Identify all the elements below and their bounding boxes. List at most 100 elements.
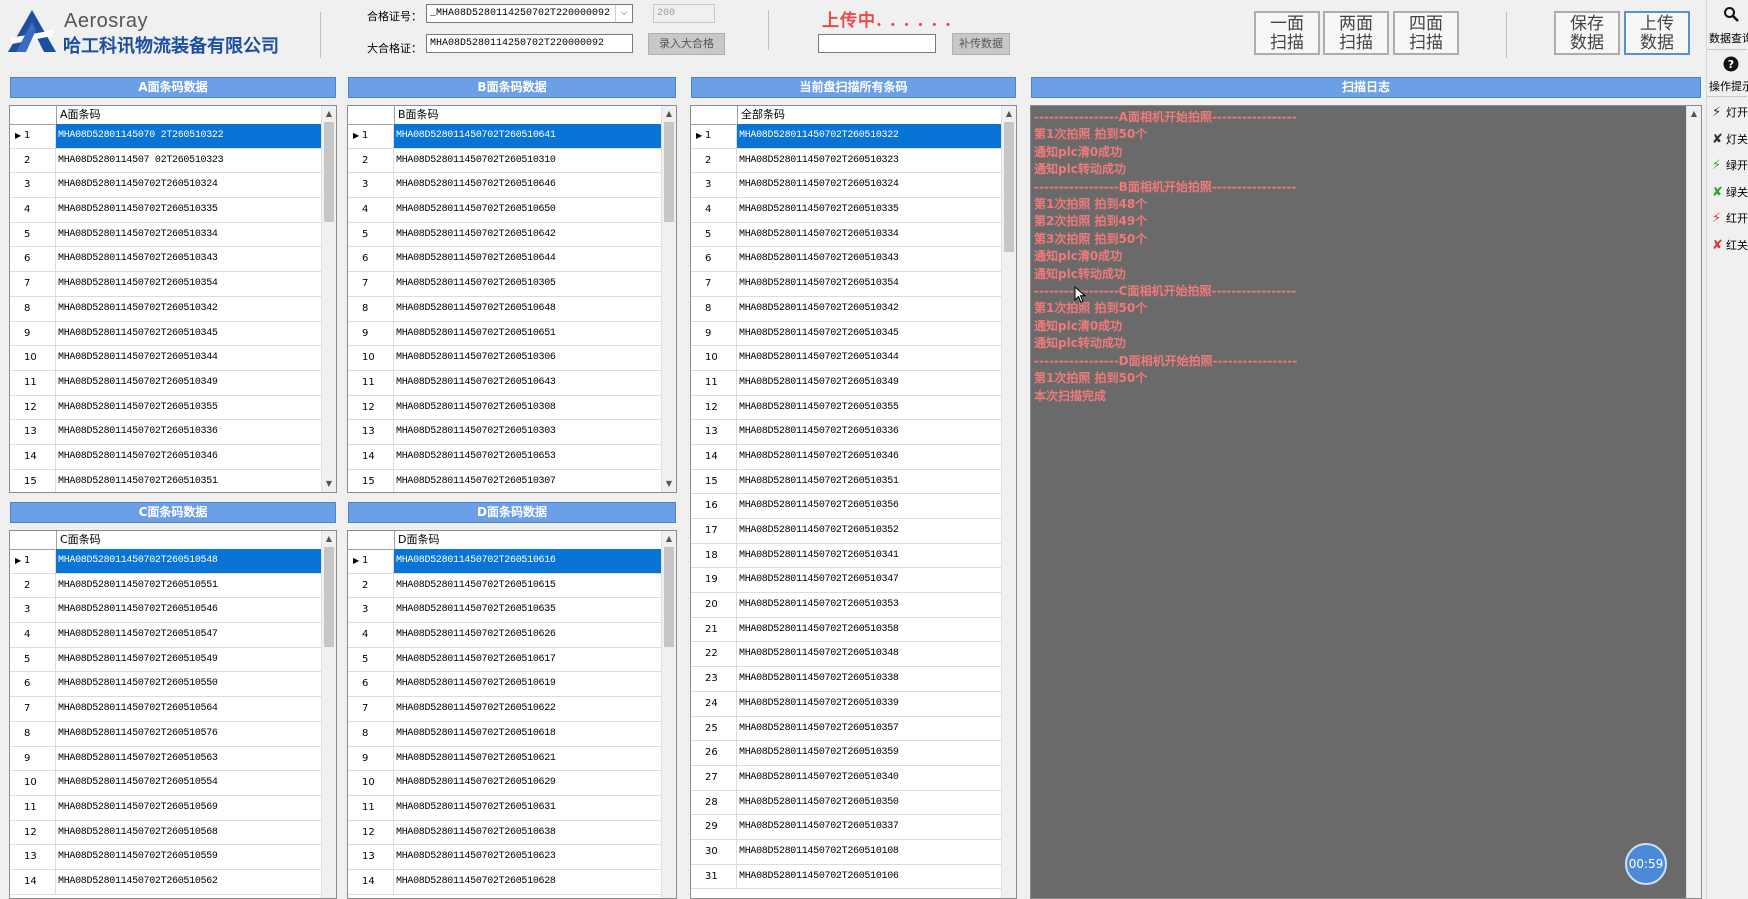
grid-scrollbar[interactable]: ▲ ▼ (321, 106, 336, 492)
table-row[interactable]: 11 MHA08D528011450702T260510643 (348, 370, 661, 396)
barcode-cell[interactable]: MHA08D528011450702T260510336 (737, 420, 1001, 444)
barcode-cell[interactable]: MHA08D528011450702T260510551 (56, 574, 321, 598)
grid-a-barcodes[interactable]: A面条码 ▶ 1 MHA08D52801145070 2T260510322 2 MHA0… (9, 105, 337, 493)
table-row[interactable]: 2 MHA08D528011450702T260510615 (348, 573, 661, 599)
table-row[interactable]: 5 MHA08D528011450702T260510334 (10, 222, 321, 248)
enter-big-cert-button[interactable]: 录入大合格 (648, 33, 725, 55)
help-label[interactable]: 操作提示 (1709, 78, 1748, 94)
barcode-cell[interactable]: MHA08D528011450702T260510349 (737, 371, 1001, 395)
table-row[interactable]: 9 MHA08D528011450702T260510563 (10, 746, 321, 772)
table-row[interactable]: 3 MHA08D528011450702T260510324 (691, 173, 1001, 199)
barcode-cell[interactable]: MHA08D528011450702T260510340 (737, 766, 1001, 790)
barcode-cell[interactable]: MHA08D528011450702T260510576 (56, 722, 321, 746)
timer-badge[interactable]: 00:59 (1625, 843, 1667, 885)
barcode-cell[interactable]: MHA08D528011450702T260510642 (394, 223, 661, 247)
barcode-cell[interactable]: MHA08D528011450702T260510628 (394, 870, 661, 894)
table-row[interactable]: 11 MHA08D528011450702T260510349 (10, 370, 321, 396)
help-button[interactable]: ? (1723, 56, 1739, 75)
barcode-cell[interactable]: MHA08D528011450702T260510549 (56, 648, 321, 672)
table-row[interactable]: 2 MHA08D528011450702T260510310 (348, 148, 661, 174)
barcode-cell[interactable]: MHA08D528011450702T260510616 (394, 549, 661, 573)
table-row[interactable]: 14 MHA08D528011450702T260510653 (348, 444, 661, 470)
barcode-cell[interactable]: MHA08D528011450702T260510334 (737, 223, 1001, 247)
barcode-cell[interactable]: MHA08D528011450702T260510562 (56, 870, 321, 894)
barcode-cell[interactable]: MHA08D528011450702T260510310 (394, 149, 661, 173)
barcode-cell[interactable]: MHA08D528011450702T260510653 (394, 445, 661, 469)
table-row[interactable]: 8 MHA08D528011450702T260510576 (10, 721, 321, 747)
barcode-cell[interactable]: MHA08D528011450702T260510619 (394, 672, 661, 696)
table-row[interactable]: 13 MHA08D528011450702T260510303 (348, 420, 661, 445)
barcode-cell[interactable]: MHA08D528011450702T260510350 (737, 791, 1001, 815)
table-row[interactable]: 14 MHA08D528011450702T260510562 (10, 869, 321, 895)
scan-one-side-button[interactable]: 一面 扫描 (1254, 11, 1320, 55)
barcode-cell[interactable]: MHA08D528011450702T260510305 (394, 272, 661, 296)
table-row[interactable]: 12 MHA08D528011450702T260510638 (348, 820, 661, 846)
barcode-cell[interactable]: MHA08D528011450702T260510356 (737, 494, 1001, 518)
table-row[interactable]: 4 MHA08D528011450702T260510626 (348, 623, 661, 648)
table-row[interactable]: 11 MHA08D528011450702T260510349 (691, 370, 1001, 396)
barcode-cell[interactable]: MHA08D528011450702T260510353 (737, 593, 1001, 617)
table-row[interactable]: ▶ 1 MHA08D528011450702T260510548 (10, 549, 321, 574)
data-query-label[interactable]: 数据查询 (1709, 30, 1748, 46)
table-row[interactable]: 25 MHA08D528011450702T260510357 (691, 716, 1001, 742)
table-row[interactable]: 18 MHA08D528011450702T260510341 (691, 543, 1001, 569)
table-row[interactable]: 8 MHA08D528011450702T260510342 (10, 296, 321, 322)
table-row[interactable]: 5 MHA08D528011450702T260510549 (10, 647, 321, 673)
table-row[interactable]: 3 MHA08D528011450702T260510646 (348, 173, 661, 199)
barcode-cell[interactable]: MHA08D528011450702T260510349 (56, 371, 321, 395)
table-row[interactable]: 17 MHA08D528011450702T260510352 (691, 519, 1001, 544)
chevron-down-icon[interactable]: ⌵ (615, 5, 632, 22)
barcode-cell[interactable]: MHA08D528011450702T260510108 (737, 840, 1001, 864)
scan-log[interactable]: -----------------A面相机开始拍照---------------… (1030, 105, 1702, 899)
table-row[interactable]: 8 MHA08D528011450702T260510648 (348, 296, 661, 322)
barcode-cell[interactable]: MHA08D528011450702T260510651 (394, 322, 661, 346)
scroll-up-icon[interactable]: ▲ (1687, 106, 1701, 122)
barcode-cell[interactable]: MHA08D52801145070 2T260510322 (56, 124, 321, 148)
barcode-cell[interactable]: MHA08D528011450702T260510618 (394, 722, 661, 746)
table-row[interactable]: 26 MHA08D528011450702T260510359 (691, 741, 1001, 766)
barcode-cell[interactable]: MHA08D528011450702T260510641 (394, 124, 661, 148)
table-row[interactable]: 5 MHA08D528011450702T260510617 (348, 647, 661, 673)
barcode-cell[interactable]: MHA08D528011450702T260510568 (56, 821, 321, 845)
barcode-cell[interactable]: MHA08D528011450702T260510342 (56, 297, 321, 321)
grid-scrollbar[interactable]: ▲ ▼ (661, 106, 676, 492)
table-row[interactable]: 31 MHA08D528011450702T260510106 (691, 864, 1001, 890)
scroll-thumb[interactable] (664, 547, 674, 647)
barcode-cell[interactable]: MHA08D528011450702T260510569 (56, 796, 321, 820)
barcode-cell[interactable]: MHA08D528011450702T260510622 (394, 697, 661, 721)
barcode-cell[interactable]: MHA08D528011450702T260510631 (394, 796, 661, 820)
table-row[interactable]: 4 MHA08D528011450702T260510650 (348, 198, 661, 223)
barcode-cell[interactable]: MHA08D528011450702T260510351 (56, 470, 321, 492)
table-row[interactable]: ▶ 1 MHA08D528011450702T260510616 (348, 549, 661, 574)
barcode-cell[interactable]: MHA08D528011450702T260510346 (56, 445, 321, 469)
scroll-up-icon[interactable]: ▲ (322, 531, 336, 547)
barcode-cell[interactable]: MHA08D528011450702T260510650 (394, 198, 661, 222)
log-scrollbar[interactable]: ▲ (1686, 106, 1701, 898)
barcode-cell[interactable]: MHA08D528011450702T260510351 (737, 470, 1001, 494)
grid-all-barcodes[interactable]: 全部条码 ▶ 1 MHA08D528011450702T260510322 2 MHA08… (690, 105, 1017, 899)
table-row[interactable]: 13 MHA08D528011450702T260510623 (348, 845, 661, 870)
table-row[interactable]: 6 MHA08D528011450702T260510644 (348, 247, 661, 273)
grid-scrollbar[interactable]: ▲ (1001, 106, 1016, 898)
table-row[interactable]: 9 MHA08D528011450702T260510345 (10, 321, 321, 347)
barcode-cell[interactable]: MHA08D528011450702T260510307 (394, 470, 661, 492)
barcode-cell[interactable]: MHA08D528011450702T260510337 (737, 815, 1001, 839)
table-row[interactable]: 4 MHA08D528011450702T260510547 (10, 623, 321, 648)
table-row[interactable]: 10 MHA08D528011450702T260510344 (691, 346, 1001, 371)
table-row[interactable]: ▶ 1 MHA08D528011450702T260510641 (348, 124, 661, 149)
barcode-cell[interactable]: MHA08D528011450702T260510648 (394, 297, 661, 321)
barcode-cell[interactable]: MHA08D528011450702T260510338 (737, 667, 1001, 691)
barcode-cell[interactable]: MHA08D528011450702T260510559 (56, 845, 321, 869)
table-row[interactable]: 12 MHA08D528011450702T260510355 (691, 395, 1001, 421)
table-row[interactable]: 8 MHA08D528011450702T260510342 (691, 296, 1001, 322)
barcode-cell[interactable]: MHA08D528011450702T260510355 (737, 396, 1001, 420)
barcode-cell[interactable]: MHA08D528011450702T260510352 (737, 519, 1001, 543)
grid-b-barcodes[interactable]: B面条码 ▶ 1 MHA08D528011450702T260510641 2 MHA08… (347, 105, 677, 493)
grid-scrollbar[interactable]: ▲ (321, 531, 336, 898)
scroll-down-icon[interactable]: ▼ (322, 476, 336, 492)
barcode-cell[interactable]: MHA08D528011450702T260510623 (394, 845, 661, 869)
barcode-cell[interactable]: MHA08D528011450702T260510564 (56, 697, 321, 721)
barcode-cell[interactable]: MHA08D528011450702T260510546 (56, 598, 321, 622)
barcode-cell[interactable]: MHA08D528011450702T260510550 (56, 672, 321, 696)
barcode-cell[interactable]: MHA08D528011450702T260510638 (394, 821, 661, 845)
